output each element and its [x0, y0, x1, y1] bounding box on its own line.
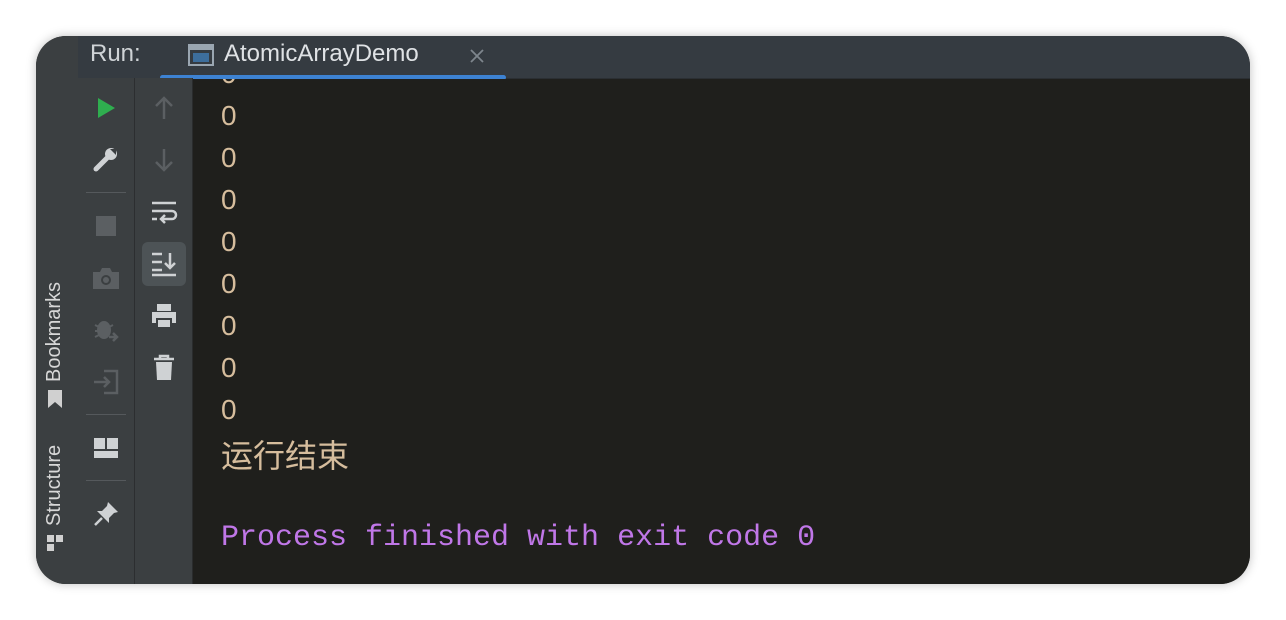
- console-line: 0: [221, 226, 237, 257]
- camera-icon: [93, 268, 119, 289]
- clear-all-button[interactable]: [142, 346, 186, 390]
- next-occurrence-button[interactable]: [142, 138, 186, 182]
- pin-tab-button[interactable]: [84, 492, 128, 536]
- console-tab-icon: [188, 44, 214, 66]
- tab-title: AtomicArrayDemo: [224, 40, 419, 67]
- exit-icon: [94, 369, 119, 395]
- run-toolbar-secondary: [135, 78, 193, 584]
- side-tool-strip: Bookmarks Structure: [36, 36, 79, 584]
- stop-icon: [96, 216, 116, 236]
- console-line: 0: [221, 310, 237, 341]
- console-line: 0: [221, 352, 237, 383]
- toolbar-separator: [86, 414, 126, 415]
- run-tab-header: Run: AtomicArrayDemo: [78, 36, 1250, 80]
- close-icon[interactable]: [468, 47, 486, 65]
- console-line: 0: [221, 268, 237, 299]
- trash-icon: [154, 354, 174, 380]
- console-line: 0: [221, 142, 237, 173]
- dump-threads-button[interactable]: [84, 256, 128, 300]
- exit-button[interactable]: [84, 360, 128, 404]
- run-tool-window: Bookmarks Structure Run: AtomicArrayDemo: [36, 36, 1250, 584]
- edit-configuration-button[interactable]: [84, 138, 128, 182]
- tab-atomic-array-demo[interactable]: AtomicArrayDemo: [160, 36, 506, 80]
- soft-wrap-button[interactable]: [142, 190, 186, 234]
- soft-wrap-icon: [152, 201, 178, 224]
- bookmarks-label: Bookmarks: [43, 281, 65, 382]
- console-line: 0: [221, 100, 237, 131]
- rerun-button[interactable]: [84, 86, 128, 130]
- print-icon: [152, 304, 176, 329]
- run-label: Run:: [90, 40, 141, 67]
- toolbar-separator: [86, 480, 126, 481]
- run-finished-text: 运行结束: [221, 437, 350, 475]
- process-exit-line: Process finished with exit code 0: [221, 521, 816, 555]
- run-toolbar-primary: [78, 78, 135, 584]
- structure-icon: [46, 535, 63, 551]
- console-line: 0: [221, 184, 237, 215]
- print-button[interactable]: [142, 294, 186, 338]
- restore-layout-button[interactable]: [84, 426, 128, 470]
- debug-button[interactable]: [84, 308, 128, 352]
- run-icon: [98, 98, 115, 118]
- console-lines: 0 0 0 0 0 0 0 0 0: [221, 79, 237, 431]
- bookmarks-side-tab[interactable]: Bookmarks: [43, 282, 66, 408]
- bookmark-icon: [47, 390, 62, 408]
- console-output[interactable]: 0 0 0 0 0 0 0 0 0 运行结束 Process finished with exi…: [193, 79, 1250, 584]
- previous-occurrence-button[interactable]: [142, 86, 186, 130]
- pin-icon: [94, 502, 118, 526]
- debug-icon: [94, 321, 119, 342]
- wrench-icon: [93, 148, 117, 172]
- scroll-to-end-icon: [152, 252, 176, 277]
- console-line: 0: [221, 394, 237, 425]
- arrow-down-icon: [155, 149, 173, 172]
- layout-icon: [94, 438, 118, 458]
- structure-label: Structure: [43, 444, 65, 526]
- structure-side-tab[interactable]: Structure: [43, 445, 66, 552]
- scroll-to-end-button[interactable]: [142, 242, 186, 286]
- console-line: 0: [221, 79, 237, 95]
- arrow-up-icon: [155, 96, 173, 119]
- toolbar-separator: [86, 192, 126, 193]
- stop-button[interactable]: [84, 204, 128, 248]
